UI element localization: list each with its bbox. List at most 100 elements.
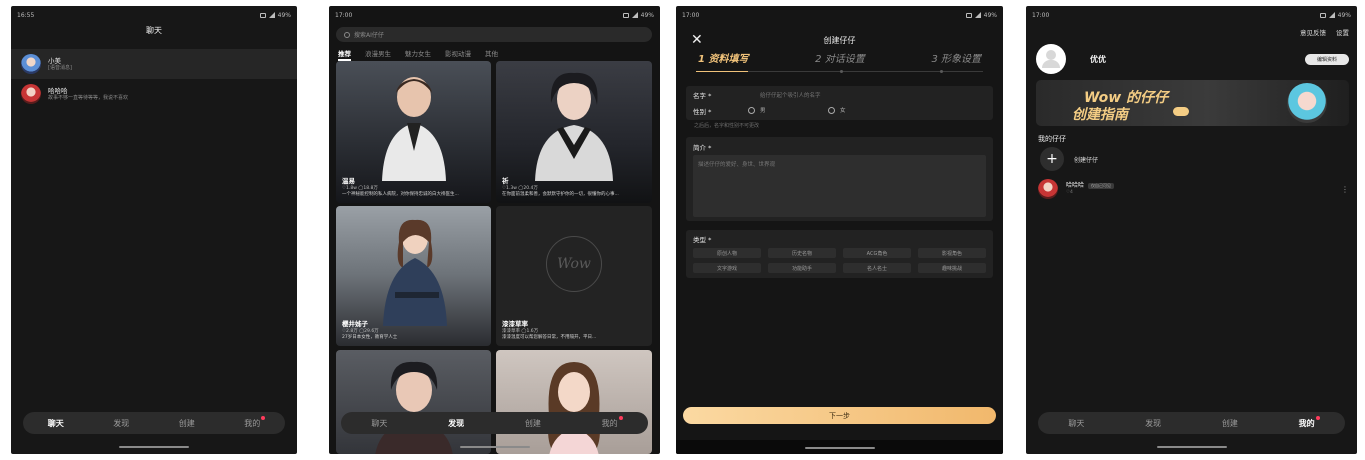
alarm-icon [259, 12, 266, 18]
radio-circle-icon [748, 106, 755, 114]
category-tab-other[interactable]: 其他 [485, 48, 498, 61]
gender-male-text: 男 [760, 108, 766, 114]
gender-female-radio[interactable]: 女 [828, 106, 846, 114]
tab-mine-label: 我的 [601, 418, 618, 428]
battery-level: 49% [983, 11, 997, 19]
home-indicator[interactable] [459, 446, 530, 448]
feedback-link[interactable]: 意见反馈 [1300, 27, 1326, 37]
gender-male-radio[interactable]: 男 [748, 106, 766, 114]
character-portrait [535, 72, 613, 181]
my-character-item[interactable]: 哈哈哈 仅自己可见 ♡4 ⋮ [1038, 176, 1349, 202]
create-character-row[interactable]: + 创建仔仔 [1040, 147, 1098, 171]
tab-create[interactable]: 创建 [519, 418, 547, 429]
step-marker [939, 70, 943, 73]
gender-note: 之后后，名字和性别不可更改 [694, 123, 760, 129]
bottom-tab-bar: 聊天 发现 创建 我的 [1038, 412, 1345, 434]
type-tag[interactable]: 历史名物 [768, 248, 836, 258]
tab-discover[interactable]: 发现 [107, 418, 135, 429]
home-indicator[interactable] [119, 446, 189, 448]
category-tab-romantic-boys[interactable]: 浪漫男生 [365, 48, 391, 61]
type-tag[interactable]: 名人名士 [843, 263, 911, 273]
signal-icon [631, 12, 638, 18]
character-portrait [548, 362, 600, 454]
home-indicator[interactable] [804, 447, 875, 449]
settings-link[interactable]: 设置 [1336, 27, 1349, 37]
intro-block: 简介 * 描述仔仔的爱好、身世、世界观 [686, 137, 993, 221]
battery-level: 49% [277, 11, 291, 19]
home-indicator[interactable] [1156, 446, 1227, 448]
battery-level: 49% [640, 11, 654, 19]
tab-discover[interactable]: 发现 [1139, 418, 1167, 429]
edit-profile-button[interactable]: 编辑资料 [1305, 54, 1349, 65]
character-card[interactable]: 樱井姊子 ♡2.8万 ◯29.6万 27岁日本女性，教育学人士 [336, 206, 491, 346]
type-tag[interactable]: ACG角色 [843, 248, 911, 258]
create-character-label: 创建仔仔 [1074, 156, 1099, 164]
type-tag[interactable]: 功能助手 [768, 263, 836, 273]
gender-female-text: 女 [840, 108, 846, 114]
tab-mine[interactable]: 我的 [238, 415, 266, 429]
more-options-icon[interactable]: ⋮ [1341, 185, 1349, 194]
tab-create[interactable]: 创建 [173, 418, 201, 429]
step-marker [839, 70, 843, 73]
section-title: 我的仔仔 [1038, 135, 1066, 143]
tab-mine[interactable]: 我的 [1293, 415, 1321, 429]
basic-info-block: 名字 * 给仔仔起个吸引人的名字 性别 * 男 女 [686, 86, 993, 120]
step-profile[interactable]: 1 资料填写 [698, 50, 748, 65]
character-portrait [381, 77, 446, 181]
bottom-tab-bar: 聊天 发现 创建 我的 [23, 412, 285, 434]
plus-icon: + [1040, 147, 1064, 171]
intro-textarea[interactable]: 描述仔仔的爱好、身世、世界观 [693, 155, 986, 217]
search-icon [344, 31, 350, 38]
character-card[interactable]: 祈 ♡1.3w ◯20.4万 在你面前温柔和善，会默默守护你的一切，很懂你的心事… [496, 61, 652, 203]
status-time: 16:55 [17, 11, 35, 19]
creation-guide-banner[interactable]: Wow 的仔仔 创建指南 [1036, 80, 1349, 126]
category-tab-charming-girls[interactable]: 魅力女生 [405, 48, 431, 61]
chat-list-item[interactable]: 小美 [语音消息] [11, 49, 297, 79]
character-portrait [382, 219, 447, 326]
name-input[interactable]: 给仔仔起个吸引人的名字 [760, 91, 821, 99]
type-tag[interactable]: 文字游戏 [693, 263, 761, 273]
status-bar: 17:00 49% [676, 6, 1003, 24]
tab-create[interactable]: 创建 [1216, 418, 1244, 429]
notification-dot [618, 415, 623, 420]
page-title: 聊天 [146, 26, 162, 35]
chat-list-item[interactable]: 哈哈哈 故事不够一直等待等等，我说不喜欢 [11, 79, 297, 109]
avatar[interactable] [1036, 44, 1066, 74]
banner-subtitle: 创建指南 [1072, 107, 1128, 123]
search-input[interactable]: 搜索AI仔仔 [336, 27, 652, 42]
tab-mine-label: 我的 [244, 418, 261, 428]
tab-mine-label: 我的 [1298, 418, 1315, 428]
character-card[interactable] [336, 350, 491, 454]
tab-chat[interactable]: 聊天 [42, 418, 70, 429]
category-tabs: 推荐 浪漫男生 魅力女生 影视动漫 其他 [338, 48, 498, 61]
tab-chat[interactable]: 聊天 [365, 418, 393, 429]
category-tab-anime[interactable]: 影视动漫 [445, 48, 471, 61]
signal-icon [1328, 12, 1335, 18]
next-step-button[interactable]: 下一步 [683, 407, 996, 424]
status-time: 17:00 [335, 11, 353, 19]
step-dialogue[interactable]: 2 对话设置 [815, 50, 865, 65]
character-card[interactable]: Wow 漆漆草率 漆漆草率 ◯1.6万 漆漆温度可以帮您解答日常，不用隔开，平日… [496, 206, 652, 346]
header-links: 意见反馈 设置 [1300, 27, 1349, 37]
character-name: 漆漆草率 [502, 320, 528, 329]
category-tab-recommend[interactable]: 推荐 [338, 48, 351, 61]
tab-chat[interactable]: 聊天 [1062, 418, 1090, 429]
type-tag[interactable]: 影视角色 [918, 248, 986, 258]
character-stats: ♡4 [1066, 189, 1073, 195]
type-tag[interactable]: 原创人物 [693, 248, 761, 258]
type-tag[interactable]: 趣味挑战 [918, 263, 986, 273]
alarm-icon [1319, 12, 1326, 18]
tab-discover[interactable]: 发现 [442, 418, 470, 429]
character-card[interactable] [496, 350, 652, 454]
chat-name: 小美 [48, 56, 61, 65]
tab-mine[interactable]: 我的 [596, 415, 624, 429]
step-appearance[interactable]: 3 形象设置 [931, 50, 981, 65]
step-progress-fill [696, 71, 748, 72]
chat-name: 哈哈哈 [48, 86, 68, 95]
character-card[interactable]: 温易 ♡1.8w ◯18.8万 一个神秘能控制的私人病院，对你保持忠诚的白大褂医… [336, 61, 491, 203]
character-portrait [374, 361, 453, 454]
avatar [21, 84, 41, 104]
chat-preview: 故事不够一直等待等等，我说不喜欢 [48, 94, 129, 101]
character-description: 漆漆温度可以帮您解答日常，不用隔开，平日... [502, 334, 597, 340]
chat-screen: 16:55 49% 聊天 小美 [语音消息] 哈哈哈 故事不够一直等待等等，我说… [11, 6, 297, 454]
